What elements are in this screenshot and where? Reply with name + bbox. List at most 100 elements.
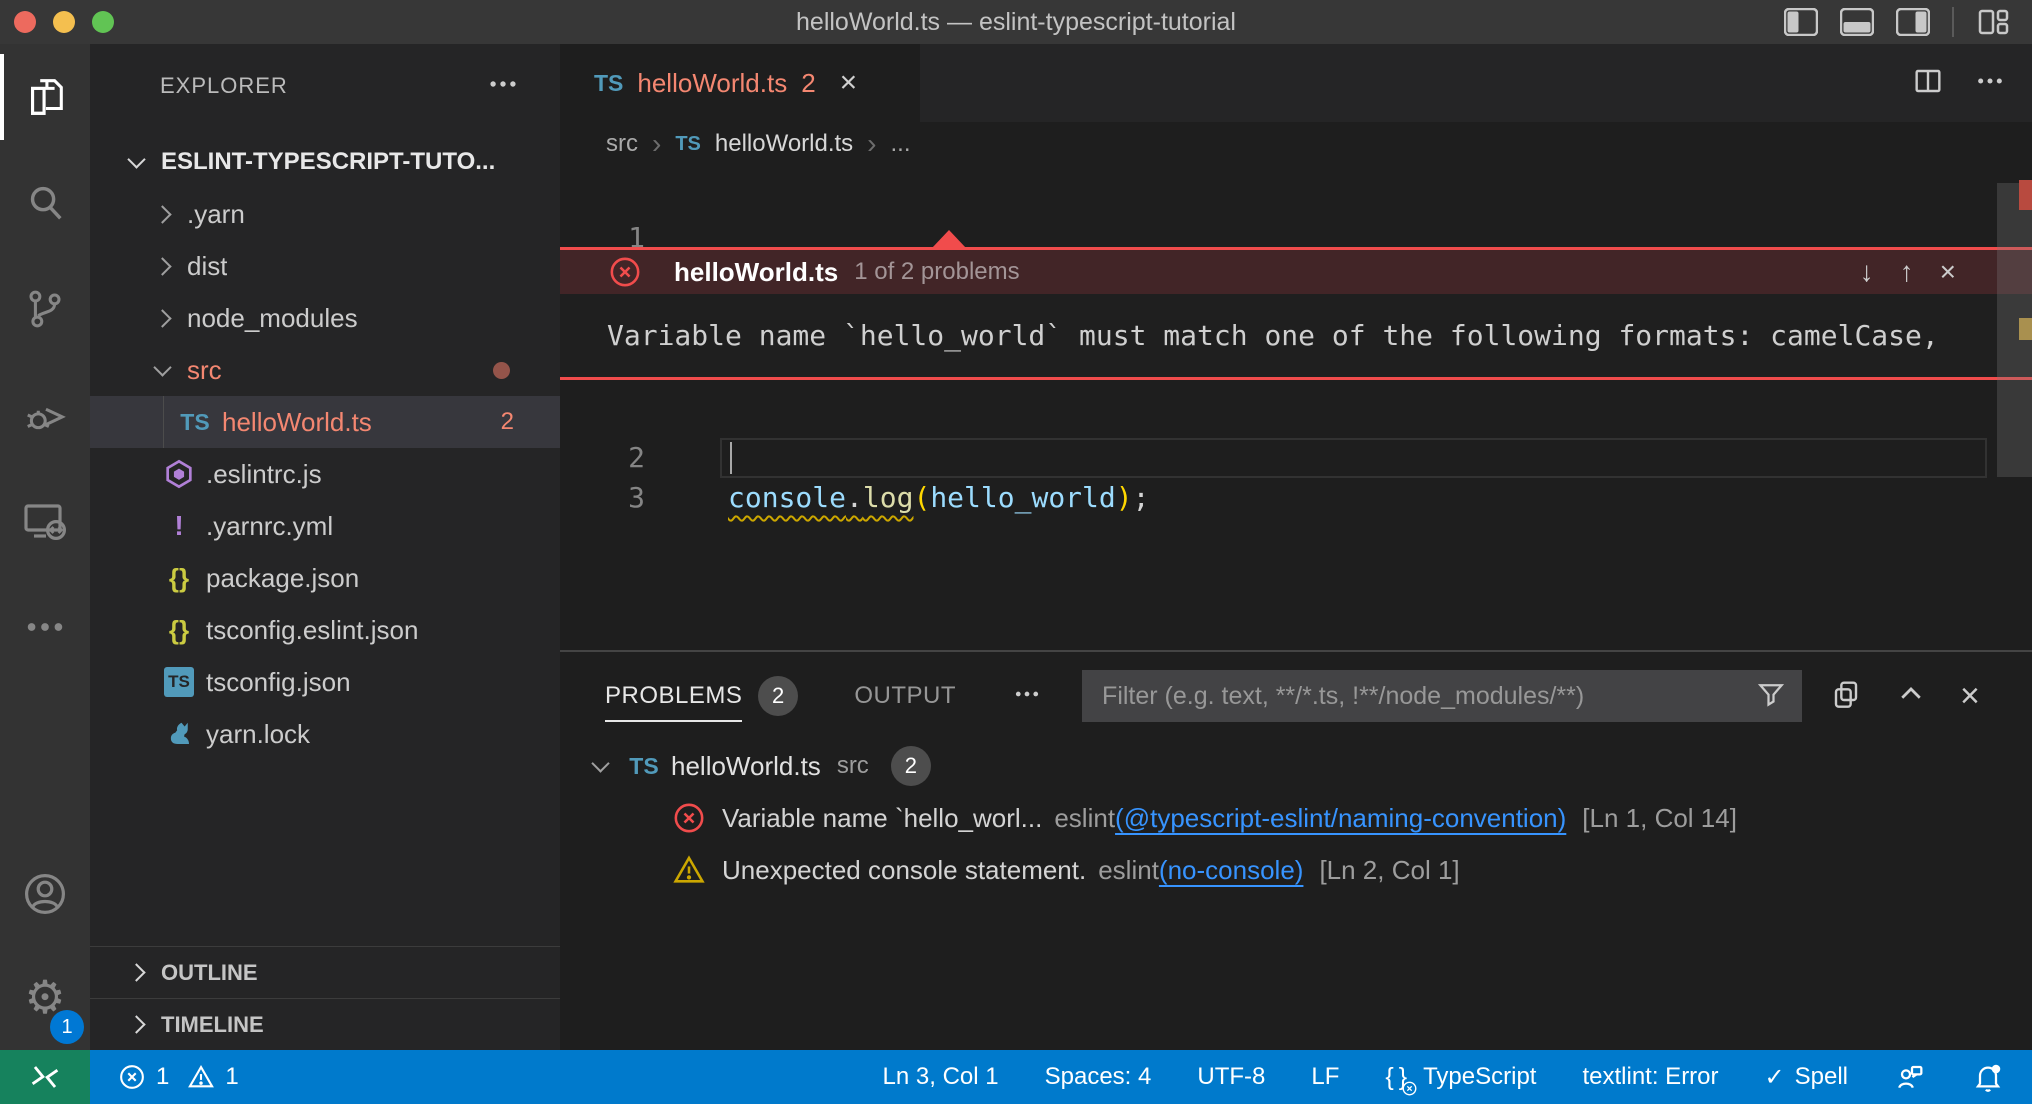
status-language-mode[interactable]: { } TypeScript <box>1385 1063 1536 1092</box>
settings-badge: 1 <box>50 1010 84 1044</box>
problem-count-badge: 2 <box>501 408 514 436</box>
typescript-file-icon: TS <box>675 133 701 156</box>
error-icon <box>608 255 642 289</box>
typescript-file-icon: TS <box>176 409 214 436</box>
tree-file-eslintrc[interactable]: .eslintrc.js <box>90 448 560 500</box>
status-eol[interactable]: LF <box>1311 1063 1339 1091</box>
tree-file-package-json[interactable]: {} package.json <box>90 552 560 604</box>
peek-problem-counter: 1 of 2 problems <box>854 258 1019 286</box>
breadcrumb-dir[interactable]: src <box>606 130 638 158</box>
status-textlint[interactable]: textlint: Error <box>1582 1063 1718 1091</box>
status-spell-checker[interactable]: ✓ Spell <box>1765 1063 1848 1092</box>
titlebar-separator <box>1952 7 1954 37</box>
maximize-panel-icon[interactable] <box>1896 679 1926 714</box>
vscode-window: helloWorld.ts — eslint-typescript-tutori… <box>0 0 2032 1104</box>
settings-gear-icon[interactable]: ⚙ 1 <box>0 944 90 1050</box>
peek-header: helloWorld.ts 1 of 2 problems ↓ ↑ × <box>560 250 2032 294</box>
eslint-rule-link[interactable]: (no-console) <box>1159 855 1304 886</box>
peek-error-message[interactable]: Variable name `hello_world` must match o… <box>560 294 2032 377</box>
problems-filter-box <box>1082 670 1802 722</box>
sidebar-title: EXPLORER <box>160 73 288 99</box>
panel-more-tabs-icon[interactable] <box>1012 679 1042 714</box>
accounts-icon[interactable] <box>0 844 90 944</box>
tsconfig-file-icon: TS <box>160 667 198 697</box>
breadcrumb-more[interactable]: ... <box>891 130 911 158</box>
tree-file-yarn-lock[interactable]: yarn.lock <box>90 708 560 760</box>
tab-output[interactable]: OUTPUT <box>854 682 956 710</box>
tab-helloworld-ts[interactable]: TS helloWorld.ts 2 × <box>560 44 920 122</box>
tab-problem-badge: 2 <box>801 68 815 99</box>
json-file-icon: {} <box>160 563 198 594</box>
tree-folder-src[interactable]: src <box>90 344 560 396</box>
peek-close-icon[interactable]: × <box>1940 256 1956 288</box>
code-editor[interactable]: 1 export const hello_world = "Hello Worl… <box>560 166 2032 650</box>
tree-file-helloworld-ts[interactable]: TS helloWorld.ts 2 <box>90 396 560 448</box>
chevron-right-icon <box>127 963 145 981</box>
tree-file-tsconfig-json[interactable]: TS tsconfig.json <box>90 656 560 708</box>
move-panel-icon[interactable] <box>1830 678 1862 715</box>
status-cursor-position[interactable]: Ln 3, Col 1 <box>883 1063 999 1091</box>
feedback-icon[interactable] <box>1894 1061 1926 1093</box>
overview-ruler-warning-mark <box>2019 318 2032 340</box>
status-indentation[interactable]: Spaces: 4 <box>1045 1063 1152 1091</box>
file-tree: ESLINT-TYPESCRIPT-TUTO... .yarn dist nod… <box>90 136 560 760</box>
outline-section-header[interactable]: OUTLINE <box>90 946 560 998</box>
chevron-right-icon <box>153 309 171 327</box>
problem-row-error[interactable]: Variable name `hello_worl... eslint (@ty… <box>560 792 2032 844</box>
timeline-section-header[interactable]: TIMELINE <box>90 998 560 1050</box>
run-debug-icon[interactable] <box>0 362 90 468</box>
toggle-sidebar-icon[interactable] <box>1784 8 1818 36</box>
remote-explorer-icon[interactable] <box>0 468 90 574</box>
breadcrumb: src › TS helloWorld.ts › ... <box>560 122 2032 166</box>
status-problems[interactable]: 1 1 <box>118 1063 239 1091</box>
typescript-status-icon: { } <box>1385 1063 1413 1092</box>
eslint-rule-link[interactable]: (@typescript-eslint/naming-convention) <box>1115 803 1566 834</box>
check-icon: ✓ <box>1765 1063 1785 1092</box>
tab-problems[interactable]: PROBLEMS 2 <box>605 676 798 716</box>
problem-row-warning[interactable]: Unexpected console statement. eslint (no… <box>560 844 2032 896</box>
titlebar: helloWorld.ts — eslint-typescript-tutori… <box>0 0 2032 44</box>
problems-filter-input[interactable] <box>1102 682 1756 711</box>
tree-folder-dist[interactable]: dist <box>90 240 560 292</box>
explorer-icon[interactable] <box>0 44 90 150</box>
typescript-file-icon: TS <box>625 753 663 780</box>
customize-layout-icon[interactable] <box>1976 7 2010 37</box>
explorer-more-actions-icon[interactable] <box>486 67 520 106</box>
close-panel-icon[interactable]: × <box>1960 677 1980 716</box>
overview-ruler-error-mark <box>2019 180 2032 210</box>
previous-problem-icon[interactable]: ↑ <box>1900 256 1914 288</box>
chevron-right-icon <box>153 205 171 223</box>
tree-file-yarnrc[interactable]: ! .yarnrc.yml <box>90 500 560 552</box>
tree-folder-yarn[interactable]: .yarn <box>90 188 560 240</box>
notifications-bell-icon[interactable] <box>1972 1061 2004 1093</box>
problems-file-group[interactable]: TS helloWorld.ts src 2 <box>560 740 2032 792</box>
window-title: helloWorld.ts — eslint-typescript-tutori… <box>0 8 2032 37</box>
split-editor-icon[interactable] <box>1912 65 1944 102</box>
tree-root-folder[interactable]: ESLINT-TYPESCRIPT-TUTO... <box>90 136 560 188</box>
next-problem-icon[interactable]: ↓ <box>1860 256 1874 288</box>
chevron-right-icon <box>127 1015 145 1033</box>
chevron-down-icon <box>153 358 171 376</box>
more-views-icon[interactable] <box>0 574 90 680</box>
problems-panel: PROBLEMS 2 OUTPUT <box>560 650 2032 1050</box>
status-encoding[interactable]: UTF-8 <box>1197 1063 1265 1091</box>
tree-folder-node-modules[interactable]: node_modules <box>90 292 560 344</box>
remote-indicator[interactable] <box>0 1050 90 1104</box>
toggle-panel-icon[interactable] <box>1840 8 1874 36</box>
modified-dot-badge <box>493 362 510 379</box>
yaml-file-icon: ! <box>160 510 198 542</box>
filter-funnel-icon[interactable] <box>1756 679 1786 714</box>
typescript-file-icon: TS <box>594 70 623 97</box>
toggle-secondary-sidebar-icon[interactable] <box>1896 8 1930 36</box>
source-control-icon[interactable] <box>0 256 90 362</box>
tree-file-tsconfig-eslint-json[interactable]: {} tsconfig.eslint.json <box>90 604 560 656</box>
peek-file-name: helloWorld.ts <box>674 257 838 288</box>
breadcrumb-file[interactable]: helloWorld.ts <box>715 130 853 158</box>
tab-close-icon[interactable]: × <box>840 66 858 100</box>
code-line-3: 3 <box>560 438 2032 478</box>
peek-arrow <box>932 230 966 248</box>
file-problems-badge: 2 <box>891 746 931 786</box>
search-icon[interactable] <box>0 150 90 256</box>
editor-more-actions-icon[interactable] <box>1974 65 2006 102</box>
panel-header: PROBLEMS 2 OUTPUT <box>560 652 2032 740</box>
